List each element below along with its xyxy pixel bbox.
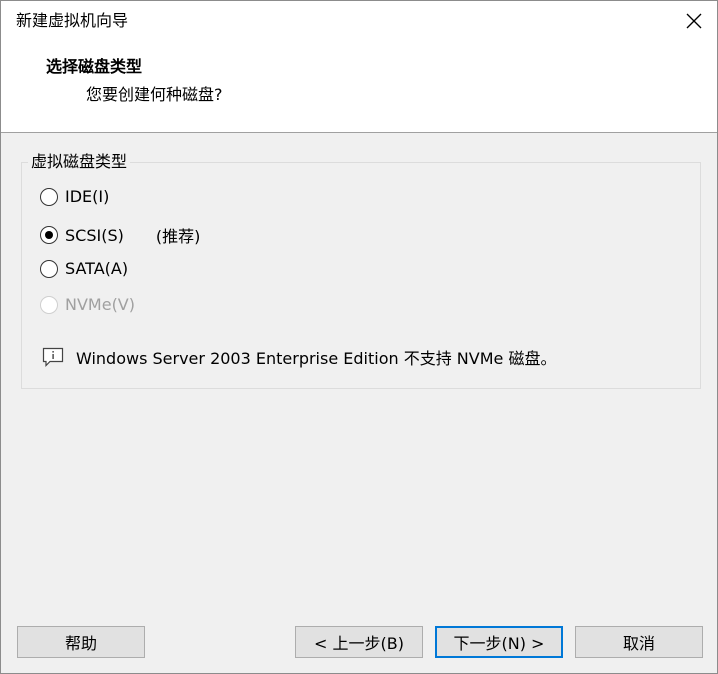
wizard-window: 新建虚拟机向导 选择磁盘类型 您要创建何种磁盘? 虚拟磁盘类型 IDE(I) S… [0,0,718,674]
info-message: Windows Server 2003 Enterprise Edition 不… [42,345,556,369]
radio-nvme: NVMe(V) [40,295,135,314]
info-icon [42,347,64,367]
help-button[interactable]: 帮助 [17,626,145,658]
wizard-header: 选择磁盘类型 您要创建何种磁盘? [1,41,717,133]
radio-button-checked [40,226,58,244]
radio-label: IDE(I) [65,187,110,206]
radio-button [40,259,58,278]
radio-scsi[interactable]: SCSI(S) (推荐) [40,223,200,247]
radio-ide[interactable]: IDE(I) [40,187,109,206]
back-button[interactable]: < 上一步(B) [295,626,423,658]
close-button[interactable] [671,1,717,41]
group-legend: 虚拟磁盘类型 [28,152,131,172]
page-title: 选择磁盘类型 [46,57,143,76]
page-subtitle: 您要创建何种磁盘? [86,85,223,104]
radio-label: SCSI(S) [65,225,124,245]
radio-label: SATA(A) [65,259,129,278]
disk-type-group: 虚拟磁盘类型 IDE(I) SCSI(S) (推荐) SATA(A) NVMe(… [21,152,701,389]
recommended-note: (推荐) [155,227,201,246]
next-button[interactable]: 下一步(N) > [435,626,563,658]
window-title: 新建虚拟机向导 [16,11,129,30]
radio-button [40,187,58,206]
title-bar: 新建虚拟机向导 [1,1,717,41]
cancel-button[interactable]: 取消 [575,626,703,658]
radio-button-disabled [40,295,58,314]
info-text: Windows Server 2003 Enterprise Edition 不… [76,349,557,368]
close-icon [686,13,702,29]
radio-sata[interactable]: SATA(A) [40,259,128,278]
radio-label: NVMe(V) [65,295,135,314]
